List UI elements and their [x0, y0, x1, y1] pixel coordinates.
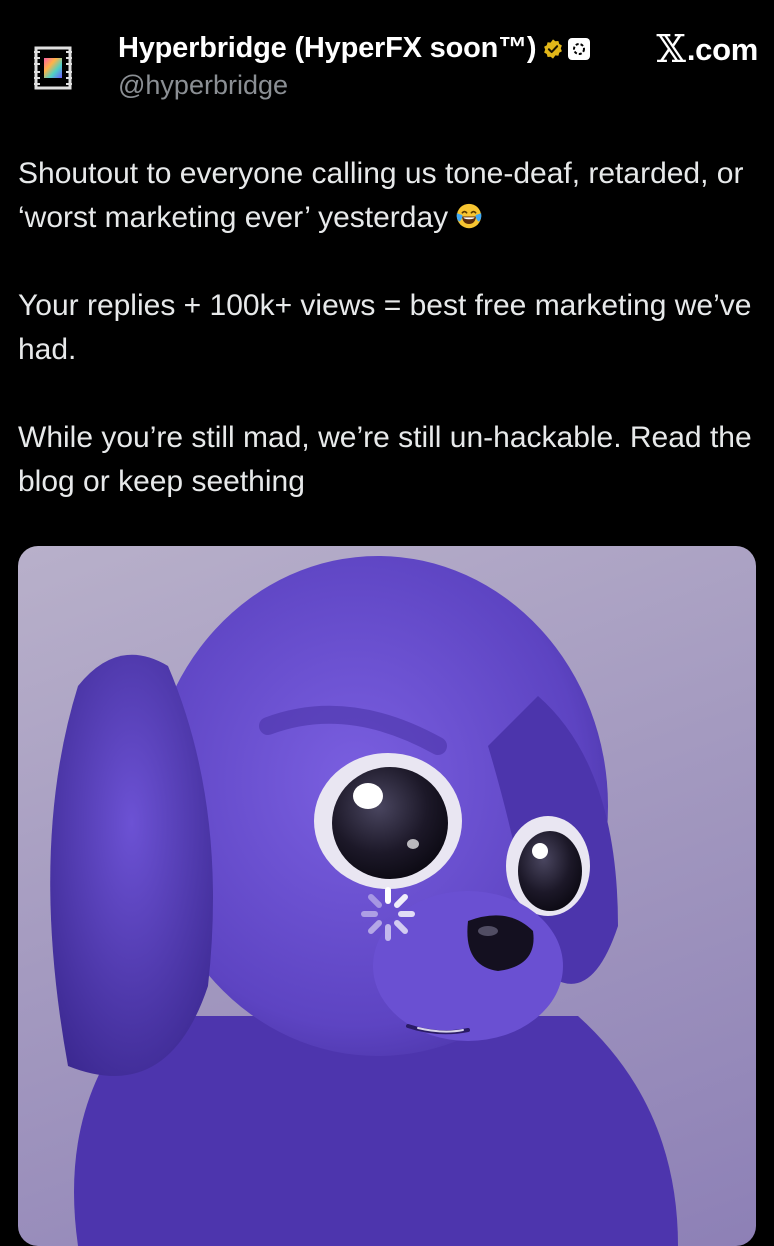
affiliate-logo-glyph	[573, 42, 586, 55]
author-handle[interactable]: @hyperbridge	[118, 70, 288, 101]
tweet-paragraph-1-text: Shoutout to everyone calling us tone-dea…	[18, 157, 744, 234]
tweet-media-image[interactable]	[18, 546, 756, 1246]
avatar[interactable]	[34, 46, 72, 90]
tweet-card: Hyperbridge (HyperFX soon™) @hyperbridge…	[0, 0, 774, 1246]
tweet-paragraph: Shoutout to everyone calling us tone-dea…	[18, 152, 758, 240]
tweet-paragraph: While you’re still mad, we’re still un-h…	[18, 421, 752, 498]
author-name-row: Hyperbridge (HyperFX soon™)	[118, 32, 591, 65]
x-logo-icon: 𝕏	[656, 27, 686, 71]
gold-verified-badge-icon[interactable]	[542, 38, 564, 60]
loading-spinner-icon	[361, 887, 415, 941]
source-domain: .com	[686, 32, 758, 67]
tweet-text: Shoutout to everyone calling us tone-dea…	[18, 152, 758, 504]
affiliate-badge-icon[interactable]	[568, 37, 591, 60]
hyperbridge-logo-icon	[34, 46, 72, 90]
source-watermark: 𝕏 .com	[656, 28, 758, 68]
face-with-tears-of-joy-icon	[456, 203, 482, 229]
tweet-paragraph: Your replies + 100k+ views = best free m…	[18, 289, 752, 366]
display-name[interactable]: Hyperbridge (HyperFX soon™)	[118, 32, 537, 65]
tweet-header: Hyperbridge (HyperFX soon™) @hyperbridge…	[18, 24, 758, 104]
